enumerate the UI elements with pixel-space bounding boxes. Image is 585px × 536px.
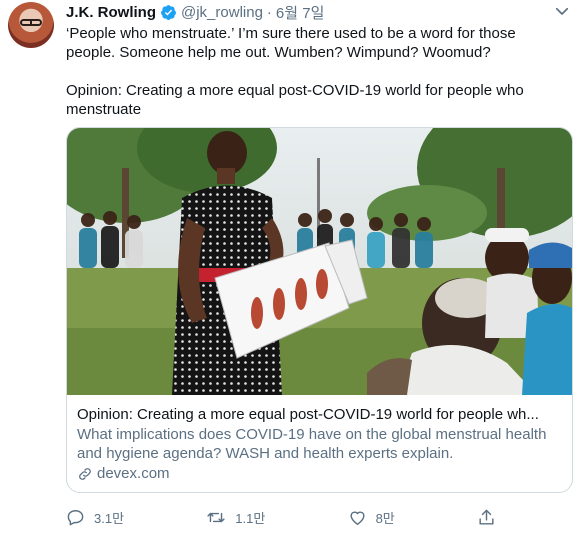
author-name[interactable]: J.K. Rowling bbox=[66, 4, 156, 21]
tweet-text-paragraph-2: Opinion: Creating a more equal post-COVI… bbox=[66, 82, 524, 118]
retweet-icon bbox=[207, 512, 225, 522]
verified-badge-icon bbox=[161, 4, 176, 20]
author-handle[interactable]: @jk_rowling bbox=[181, 4, 263, 21]
avatar[interactable] bbox=[8, 2, 54, 48]
like-icon bbox=[350, 511, 365, 525]
more-icon[interactable] bbox=[551, 2, 573, 20]
card-image bbox=[67, 128, 572, 395]
like-button[interactable]: 8만 bbox=[348, 508, 395, 527]
card-description: What implications does COVID-19 have on … bbox=[77, 426, 547, 462]
more-icon-glyph bbox=[555, 7, 569, 15]
tweet-text: ‘People who menstruate.’ I’m sure there … bbox=[66, 24, 566, 119]
separator-dot: · bbox=[266, 3, 272, 21]
share-icon bbox=[479, 509, 494, 525]
avatar-glasses bbox=[20, 19, 42, 26]
tweet-header: J.K. Rowling @jk_rowling · 6월 7일 bbox=[66, 2, 324, 22]
share-button[interactable] bbox=[477, 508, 496, 527]
link-icon bbox=[79, 467, 91, 480]
retweet-count: 1.1만 bbox=[235, 510, 266, 526]
card-domain[interactable]: devex.com bbox=[77, 464, 565, 483]
tweet-date[interactable]: 6월 7일 bbox=[276, 2, 324, 23]
card-title[interactable]: Opinion: Creating a more equal post-COVI… bbox=[77, 405, 565, 424]
link-card[interactable]: Opinion: Creating a more equal post-COVI… bbox=[66, 127, 573, 493]
card-body: Opinion: Creating a more equal post-COVI… bbox=[77, 405, 565, 483]
card-domain-text: devex.com bbox=[97, 465, 170, 482]
tweet-actions: 3.1만 1.1만 8만 bbox=[66, 506, 496, 528]
reply-button[interactable]: 3.1만 bbox=[66, 508, 124, 527]
like-count: 8만 bbox=[375, 510, 395, 526]
reply-count: 3.1만 bbox=[94, 510, 125, 526]
tweet-text-paragraph-1: ‘People who menstruate.’ I’m sure there … bbox=[66, 25, 516, 61]
retweet-button[interactable]: 1.1만 bbox=[206, 508, 265, 527]
reply-icon bbox=[67, 509, 84, 525]
